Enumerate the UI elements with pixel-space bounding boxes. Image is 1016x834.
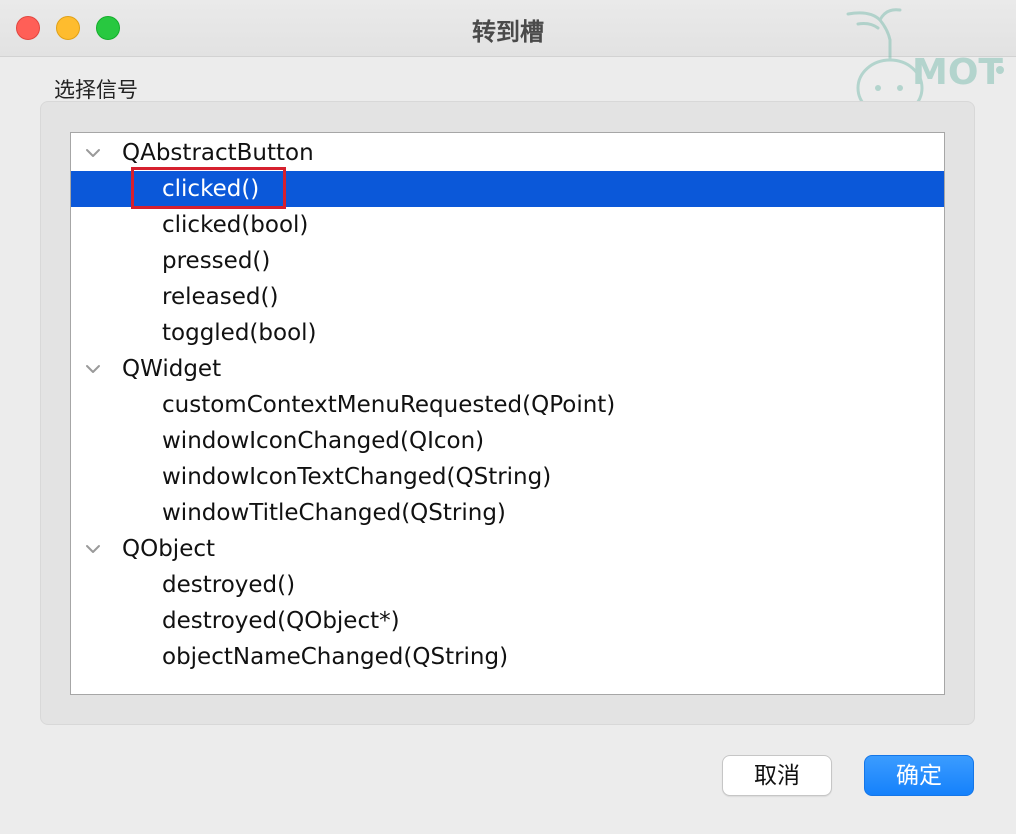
tree-signal-label: released() (162, 284, 279, 310)
tree-signal-row[interactable]: windowIconChanged(QIcon) (71, 423, 944, 459)
tree-group-label: QObject (122, 536, 216, 562)
tree-group-label: QAbstractButton (122, 140, 314, 166)
tree-signal-label: destroyed(QObject*) (162, 608, 400, 634)
tree-signal-label: windowIconChanged(QIcon) (162, 428, 485, 454)
watermark-text: MOT (912, 52, 1003, 93)
tree-signal-label: windowTitleChanged(QString) (162, 500, 506, 526)
tree-signal-label: pressed() (162, 248, 271, 274)
signal-tree[interactable]: QAbstractButton clicked() clicked(bool) pre… (70, 132, 945, 695)
ok-button[interactable]: 确定 (864, 755, 974, 796)
chevron-down-icon[interactable] (83, 144, 103, 162)
tree-group-row[interactable]: QWidget (71, 351, 944, 387)
tree-group-row[interactable]: QObject (71, 531, 944, 567)
tree-signal-row[interactable]: destroyed(QObject*) (71, 603, 944, 639)
tree-signal-label: windowIconTextChanged(QString) (162, 464, 552, 490)
tree-signal-row[interactable]: customContextMenuRequested(QPoint) (71, 387, 944, 423)
chevron-down-icon[interactable] (83, 360, 103, 378)
cancel-button[interactable]: 取消 (722, 755, 832, 796)
chevron-down-icon[interactable] (83, 540, 103, 558)
tree-signal-row[interactable]: windowIconTextChanged(QString) (71, 459, 944, 495)
tree-signal-label: destroyed() (162, 572, 296, 598)
tree-signal-label: toggled(bool) (162, 320, 317, 346)
tree-signal-row[interactable]: pressed() (71, 243, 944, 279)
tree-signal-row[interactable]: released() (71, 279, 944, 315)
tree-signal-row[interactable]: destroyed() (71, 567, 944, 603)
tree-signal-label: clicked(bool) (162, 212, 309, 238)
annotation-highlight-box (131, 167, 286, 209)
tree-group-label: QWidget (122, 356, 222, 382)
tree-signal-label: customContextMenuRequested(QPoint) (162, 392, 616, 418)
tree-signal-row[interactable]: objectNameChanged(QString) (71, 639, 944, 675)
tree-group-row[interactable]: QAbstractButton (71, 135, 944, 171)
tree-signal-row[interactable]: windowTitleChanged(QString) (71, 495, 944, 531)
tree-signal-row[interactable]: clicked(bool) (71, 207, 944, 243)
select-signal-label: 选择信号 (54, 78, 138, 102)
tree-signal-label: objectNameChanged(QString) (162, 644, 509, 670)
tree-signal-row[interactable]: toggled(bool) (71, 315, 944, 351)
